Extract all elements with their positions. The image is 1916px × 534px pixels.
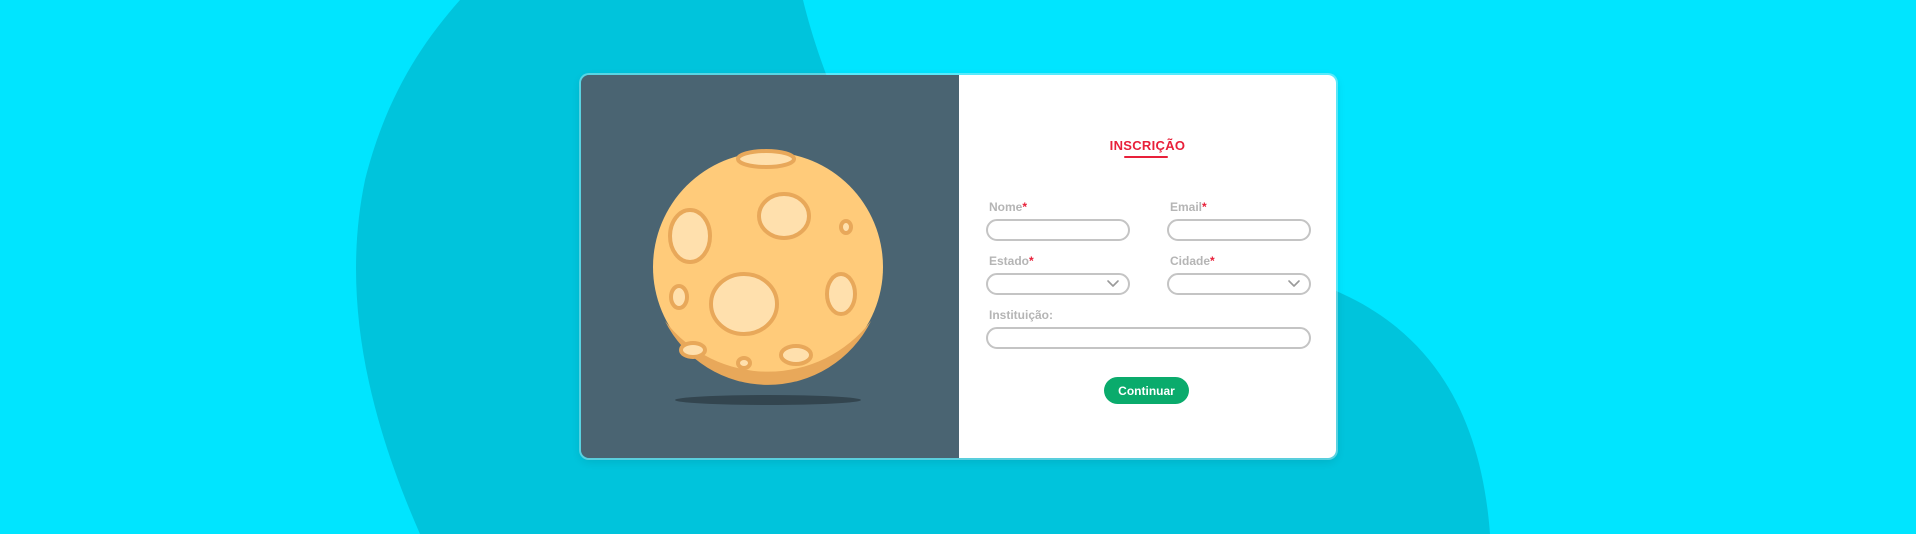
- crater: [709, 272, 779, 336]
- crater-top: [736, 149, 796, 169]
- crater: [679, 341, 707, 359]
- required-mark: *: [1210, 254, 1215, 268]
- instituicao-label: Instituição:: [989, 308, 1054, 322]
- required-mark: *: [1029, 254, 1034, 268]
- nome-label: Nome*: [989, 200, 1028, 214]
- email-label: Email*: [1170, 200, 1207, 214]
- instituicao-input-box: [986, 327, 1311, 349]
- chevron-down-icon: [1288, 280, 1300, 287]
- email-input-box: [1167, 219, 1311, 241]
- crater: [779, 344, 813, 366]
- crater: [736, 356, 752, 370]
- form-panel: INSCRIÇÃO Nome* Email* Estado* Cidade* I…: [959, 75, 1336, 458]
- nome-field: Nome*: [986, 199, 1130, 241]
- crater: [669, 284, 689, 310]
- cidade-select[interactable]: [1167, 273, 1311, 295]
- crater: [825, 272, 857, 316]
- instituicao-field: Instituição:: [986, 307, 1311, 349]
- chevron-down-icon: [1107, 280, 1119, 287]
- nome-input-box: [986, 219, 1130, 241]
- email-input[interactable]: [1169, 222, 1309, 240]
- required-mark: *: [1022, 200, 1028, 214]
- signup-card: INSCRIÇÃO Nome* Email* Estado* Cidade* I…: [581, 75, 1336, 458]
- form-title: INSCRIÇÃO: [1109, 138, 1186, 153]
- estado-field: Estado*: [986, 253, 1130, 295]
- estado-select[interactable]: [986, 273, 1130, 295]
- cidade-field: Cidade*: [1167, 253, 1311, 295]
- estado-label: Estado*: [989, 254, 1034, 268]
- crater: [757, 192, 811, 240]
- crater: [668, 208, 712, 264]
- cidade-label: Cidade*: [1170, 254, 1215, 268]
- moon-illustration: [653, 149, 883, 405]
- crater: [839, 219, 853, 235]
- nome-input[interactable]: [988, 222, 1128, 240]
- continue-button[interactable]: Continuar: [1104, 377, 1189, 404]
- instituicao-input[interactable]: [988, 330, 1309, 348]
- moon-shadow: [675, 395, 861, 405]
- title-underline: [1124, 156, 1168, 158]
- moon: [653, 149, 883, 385]
- email-field: Email*: [1167, 199, 1311, 241]
- required-mark: *: [1202, 200, 1207, 214]
- illustration-panel: [581, 75, 959, 458]
